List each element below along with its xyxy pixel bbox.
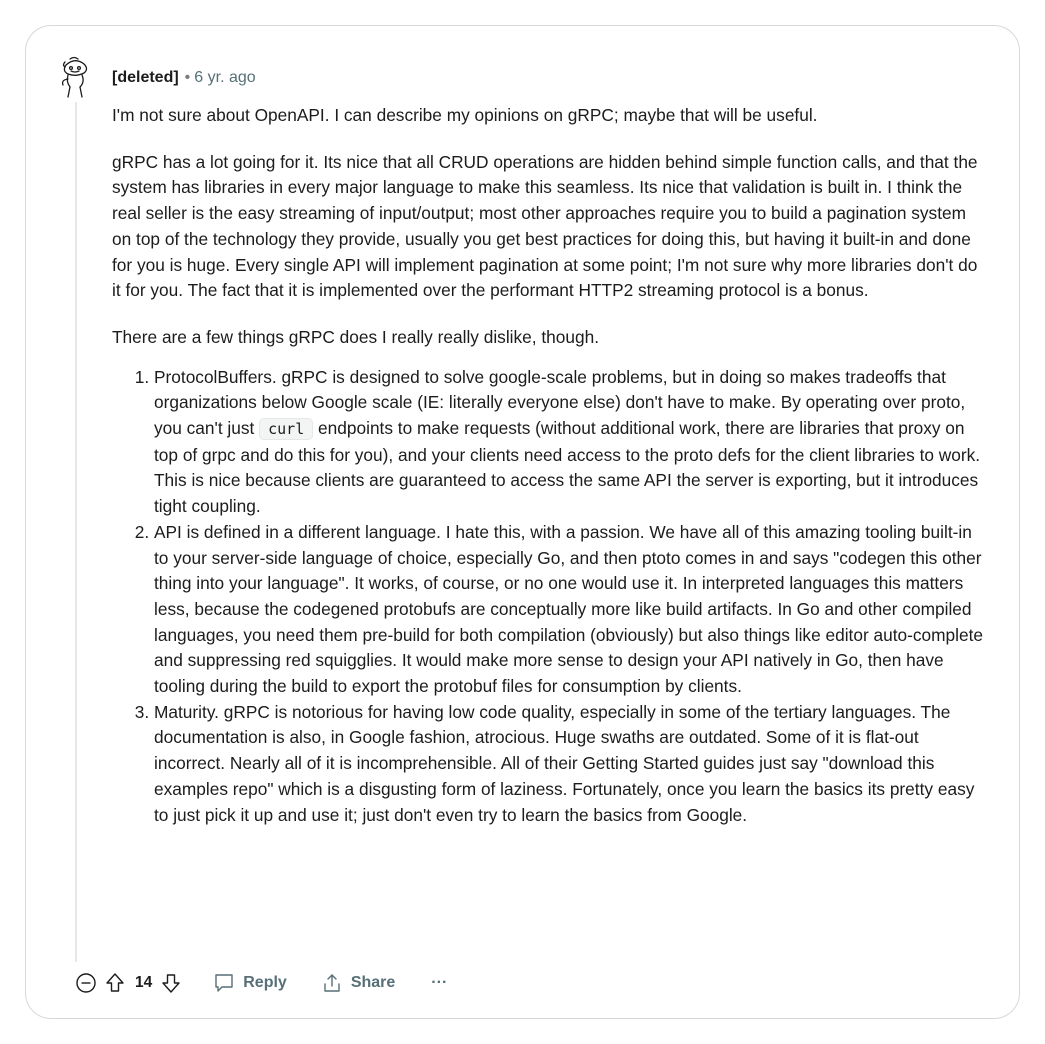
share-icon xyxy=(324,974,340,992)
item-text: I hate this, with a passion. We have all… xyxy=(154,521,984,697)
author-name[interactable]: [deleted] xyxy=(112,69,179,86)
list-item: Maturity. gRPC is notorious for having l… xyxy=(154,700,987,829)
highlight-going-for-it: gRPC has a lot going for it. xyxy=(112,151,319,172)
comment-action-bar: 14 Reply Share ··· xyxy=(75,968,447,998)
cons-intro-paragraph: There are a few things gRPC does I reall… xyxy=(112,325,987,351)
list-item: ProtocolBuffers. gRPC is designed to sol… xyxy=(154,365,987,520)
more-icon: ··· xyxy=(431,974,448,991)
item-text: gRPC is notorious for having low code qu… xyxy=(154,701,975,825)
more-options-button[interactable]: ··· xyxy=(431,974,447,992)
inline-code: curl xyxy=(259,418,314,441)
thread-line[interactable] xyxy=(75,102,77,962)
comment-meta: [deleted] • 6 yr. ago xyxy=(112,68,256,88)
item-title: ProtocolBuffers. xyxy=(154,366,277,387)
highlight-simple-function-calls: simple function calls, xyxy=(722,151,882,172)
cons-list: ProtocolBuffers. gRPC is designed to sol… xyxy=(112,365,987,829)
intro-paragraph: I'm not sure about OpenAPI. I can descri… xyxy=(112,105,818,125)
collapse-icon[interactable] xyxy=(75,972,97,994)
comment-age[interactable]: 6 yr. ago xyxy=(194,69,255,86)
list-item: API is defined in a different language. … xyxy=(154,520,987,700)
vote-score: 14 xyxy=(135,974,153,991)
pros-text-1: Its nice that all CRUD operations are hi… xyxy=(318,151,722,172)
upvote-icon[interactable] xyxy=(105,972,125,994)
downvote-icon[interactable] xyxy=(161,972,181,994)
share-label: Share xyxy=(350,974,396,991)
highlight-streaming: easy streaming of input/output; xyxy=(237,203,475,224)
highlight-dislike: a few things gRPC does I really really d… xyxy=(191,326,595,347)
pros-paragraph: gRPC has a lot going for it. Its nice th… xyxy=(112,150,987,304)
reply-button[interactable]: Reply xyxy=(213,972,287,994)
comment-body: I'm not sure about OpenAPI. I can descri… xyxy=(112,103,987,828)
reply-icon xyxy=(215,974,233,992)
cons-intro-text-1: There are xyxy=(112,326,192,347)
item-title: API is defined in a different language. xyxy=(154,521,441,542)
meta-separator: • xyxy=(184,69,191,86)
highlight-validation: validation is built in. xyxy=(732,177,883,198)
reply-label: Reply xyxy=(243,974,287,991)
item-title: Maturity. xyxy=(154,701,219,722)
snoo-avatar-icon[interactable] xyxy=(56,55,94,101)
cons-intro-text-2: . xyxy=(594,326,600,347)
share-button[interactable]: Share xyxy=(321,972,395,994)
